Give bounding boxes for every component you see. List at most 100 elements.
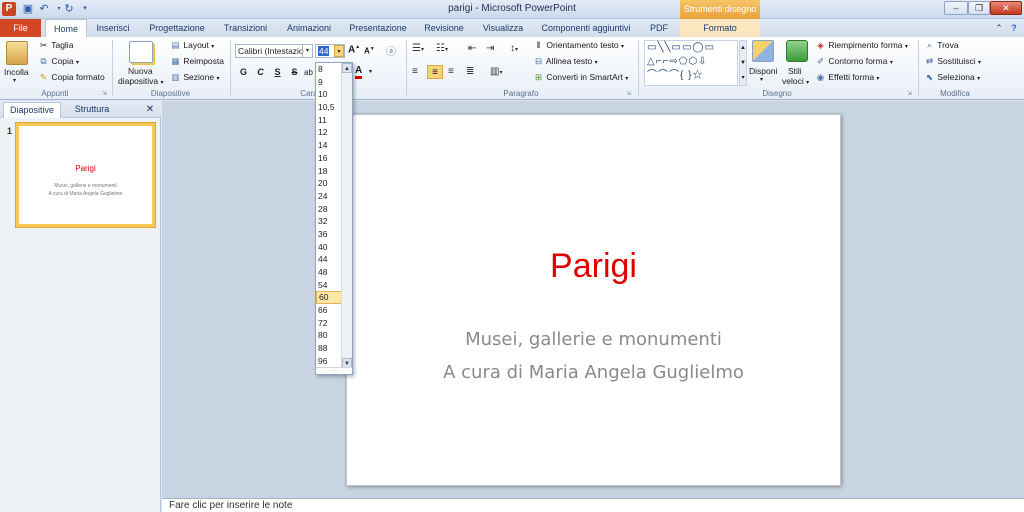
align-text-button[interactable]: ⊟ Allinea testo ▾ bbox=[533, 56, 598, 67]
font-size-option[interactable]: 36 bbox=[316, 228, 342, 241]
font-size-option[interactable]: 40 bbox=[316, 241, 342, 254]
format-painter-button[interactable]: ✎ Copia formato bbox=[38, 72, 105, 83]
quick-styles-button-label[interactable]: veloci ▾ bbox=[782, 76, 809, 86]
section-button[interactable]: ▥ Sezione ▾ bbox=[170, 72, 219, 83]
tab-transitions[interactable]: Transizioni bbox=[218, 19, 273, 37]
font-size-option[interactable]: 16 bbox=[316, 152, 342, 165]
tab-file[interactable]: File bbox=[0, 19, 41, 37]
clear-formatting-icon[interactable]: ⓐ bbox=[386, 43, 396, 58]
minimize-icon[interactable]: – bbox=[944, 1, 968, 15]
font-size-option[interactable]: 32 bbox=[316, 215, 342, 228]
shape-fill-button[interactable]: ◈ Riempimento forma ▾ bbox=[815, 40, 908, 51]
font-size-option[interactable]: 10 bbox=[316, 88, 342, 101]
tab-slideshow[interactable]: Presentazione bbox=[345, 19, 411, 37]
paste-icon[interactable] bbox=[6, 41, 28, 65]
font-size-option[interactable]: 14 bbox=[316, 139, 342, 152]
font-size-dropdown[interactable]: 8 9 10 10,5 11 12 14 16 18 20 24 28 32 36 40 44 48 54 60 66… bbox=[315, 62, 353, 375]
strikethrough-button[interactable]: ab bbox=[302, 66, 315, 79]
paste-dropdown-icon[interactable]: ▾ bbox=[13, 77, 16, 84]
font-name-combo[interactable]: Calibri (Intestazio ▾ bbox=[235, 44, 313, 58]
tab-review[interactable]: Revisione bbox=[418, 19, 470, 37]
shape-effects-button[interactable]: ◉ Effetti forma ▾ bbox=[815, 72, 880, 83]
font-size-option[interactable]: 18 bbox=[316, 165, 342, 178]
underline-button[interactable]: S bbox=[271, 66, 284, 79]
bullets-icon[interactable]: ☰▾ bbox=[412, 43, 424, 54]
font-size-combo[interactable]: 44 ▾ bbox=[315, 44, 345, 58]
numbering-icon[interactable]: ☷▾ bbox=[436, 43, 448, 54]
new-slide-button[interactable]: Nuova bbox=[128, 66, 153, 76]
tab-design[interactable]: Progettazione bbox=[142, 19, 212, 37]
increase-indent-icon[interactable]: ⇥ bbox=[486, 43, 494, 54]
shapes-gallery[interactable]: ▭╲╲▭▭◯▭ △⌐⌐⇨⬠⬡⇩ ⌒⌒⌒{ }☆ bbox=[644, 40, 738, 86]
font-size-option[interactable]: 10,5 bbox=[316, 101, 342, 114]
slide-title[interactable]: Parigi bbox=[347, 247, 840, 286]
align-right-icon[interactable]: ≡ bbox=[448, 66, 454, 77]
tab-pdf[interactable]: PDF bbox=[643, 19, 675, 37]
text-direction-button[interactable]: ⫴ Orientamento testo ▾ bbox=[533, 40, 624, 51]
columns-icon[interactable]: ▥▾ bbox=[490, 66, 502, 77]
reset-button[interactable]: ▦ Reimposta bbox=[170, 56, 224, 67]
close-panel-icon[interactable]: ✕ bbox=[143, 102, 157, 118]
slide-thumbnail[interactable]: Parigi Musei, gallerie e monumenti A cur… bbox=[16, 123, 155, 227]
align-center-icon[interactable]: ≡ bbox=[427, 65, 443, 79]
font-size-option[interactable]: 66 bbox=[316, 304, 342, 317]
font-size-option[interactable]: 8 bbox=[316, 63, 342, 76]
close-icon[interactable]: ✕ bbox=[990, 1, 1022, 15]
justify-icon[interactable]: ≣ bbox=[466, 66, 474, 77]
tab-view[interactable]: Visualizza bbox=[477, 19, 529, 37]
font-size-option[interactable]: 24 bbox=[316, 190, 342, 203]
paragraph-launcher-icon[interactable]: ⇲ bbox=[626, 90, 631, 97]
ribbon-minimize-icon[interactable]: ⌃ bbox=[992, 19, 1006, 37]
font-color-dropdown-icon[interactable]: ▾ bbox=[369, 68, 372, 75]
font-size-option[interactable]: 54 bbox=[316, 279, 342, 292]
shapes-gallery-scroll[interactable]: ▲ ▼ ▾ bbox=[739, 40, 747, 86]
layout-button[interactable]: ▤ Layout ▾ bbox=[170, 40, 214, 51]
slide-subtitle-1[interactable]: Musei, gallerie e monumenti bbox=[347, 329, 840, 350]
font-size-option[interactable]: 88 bbox=[316, 342, 342, 355]
arrange-button[interactable]: Disponi bbox=[749, 66, 777, 76]
font-size-option[interactable]: 60 bbox=[316, 291, 342, 305]
chevron-down-icon[interactable]: ▾ bbox=[302, 45, 312, 57]
quick-styles-icon[interactable] bbox=[786, 40, 808, 62]
help-icon[interactable]: ? bbox=[1007, 19, 1021, 37]
scroll-up-icon[interactable]: ▲ bbox=[342, 63, 352, 73]
tab-slides-panel[interactable]: Diapositive bbox=[3, 102, 61, 118]
copy-button[interactable]: ⧉ Copia ▾ bbox=[38, 56, 79, 67]
shadow-button[interactable]: S bbox=[288, 66, 301, 79]
notes-pane[interactable]: Fare clic per inserire le note bbox=[162, 498, 1024, 512]
tab-insert[interactable]: Inserisci bbox=[90, 19, 136, 37]
font-size-option[interactable]: 44 bbox=[316, 253, 342, 266]
slide-subtitle-2[interactable]: A cura di Maria Angela Guglielmo bbox=[347, 362, 840, 383]
font-size-option[interactable]: 48 bbox=[316, 266, 342, 279]
arrange-dropdown-icon[interactable]: ▾ bbox=[760, 76, 763, 83]
font-size-dropdown-icon[interactable]: ▾ bbox=[334, 45, 344, 57]
dropdown-scrollbar[interactable]: ▲ ▼ bbox=[341, 63, 352, 368]
quick-styles-button[interactable]: Stili bbox=[788, 66, 802, 76]
drawing-launcher-icon[interactable]: ⇲ bbox=[907, 90, 912, 97]
slide-canvas[interactable]: Parigi Musei, gallerie e monumenti A cur… bbox=[346, 114, 841, 486]
tab-format[interactable]: Formato bbox=[680, 19, 760, 37]
arrange-icon[interactable] bbox=[752, 40, 774, 62]
tab-outline-panel[interactable]: Struttura bbox=[64, 102, 120, 118]
paste-button[interactable]: Incolla bbox=[4, 67, 29, 77]
italic-button[interactable]: C bbox=[254, 66, 267, 79]
resize-grip-icon[interactable]: ∙∙∙∙ bbox=[316, 367, 352, 374]
bold-button[interactable]: G bbox=[237, 66, 250, 79]
clipboard-launcher-icon[interactable]: ⇲ bbox=[102, 90, 107, 97]
find-button[interactable]: ⌕ Trova bbox=[924, 40, 959, 51]
font-size-option[interactable]: 80 bbox=[316, 329, 342, 342]
shrink-font-button[interactable]: A▼ bbox=[364, 46, 375, 56]
font-size-option[interactable]: 9 bbox=[316, 76, 342, 89]
line-spacing-icon[interactable]: ↕▾ bbox=[510, 43, 518, 54]
tab-addins[interactable]: Componenti aggiuntivi bbox=[536, 19, 636, 37]
grow-font-button[interactable]: A▲ bbox=[348, 44, 360, 55]
align-left-icon[interactable]: ≡ bbox=[412, 66, 418, 77]
font-size-option[interactable]: 11 bbox=[316, 114, 342, 127]
font-size-option[interactable]: 28 bbox=[316, 203, 342, 216]
select-button[interactable]: ⬉ Seleziona ▾ bbox=[924, 72, 980, 83]
cut-button[interactable]: ✂ Taglia bbox=[38, 40, 74, 51]
new-slide-icon[interactable] bbox=[129, 41, 153, 63]
shape-outline-button[interactable]: ✐ Contorno forma ▾ bbox=[815, 56, 893, 67]
font-size-option[interactable]: 72 bbox=[316, 317, 342, 330]
font-size-option[interactable]: 12 bbox=[316, 126, 342, 139]
